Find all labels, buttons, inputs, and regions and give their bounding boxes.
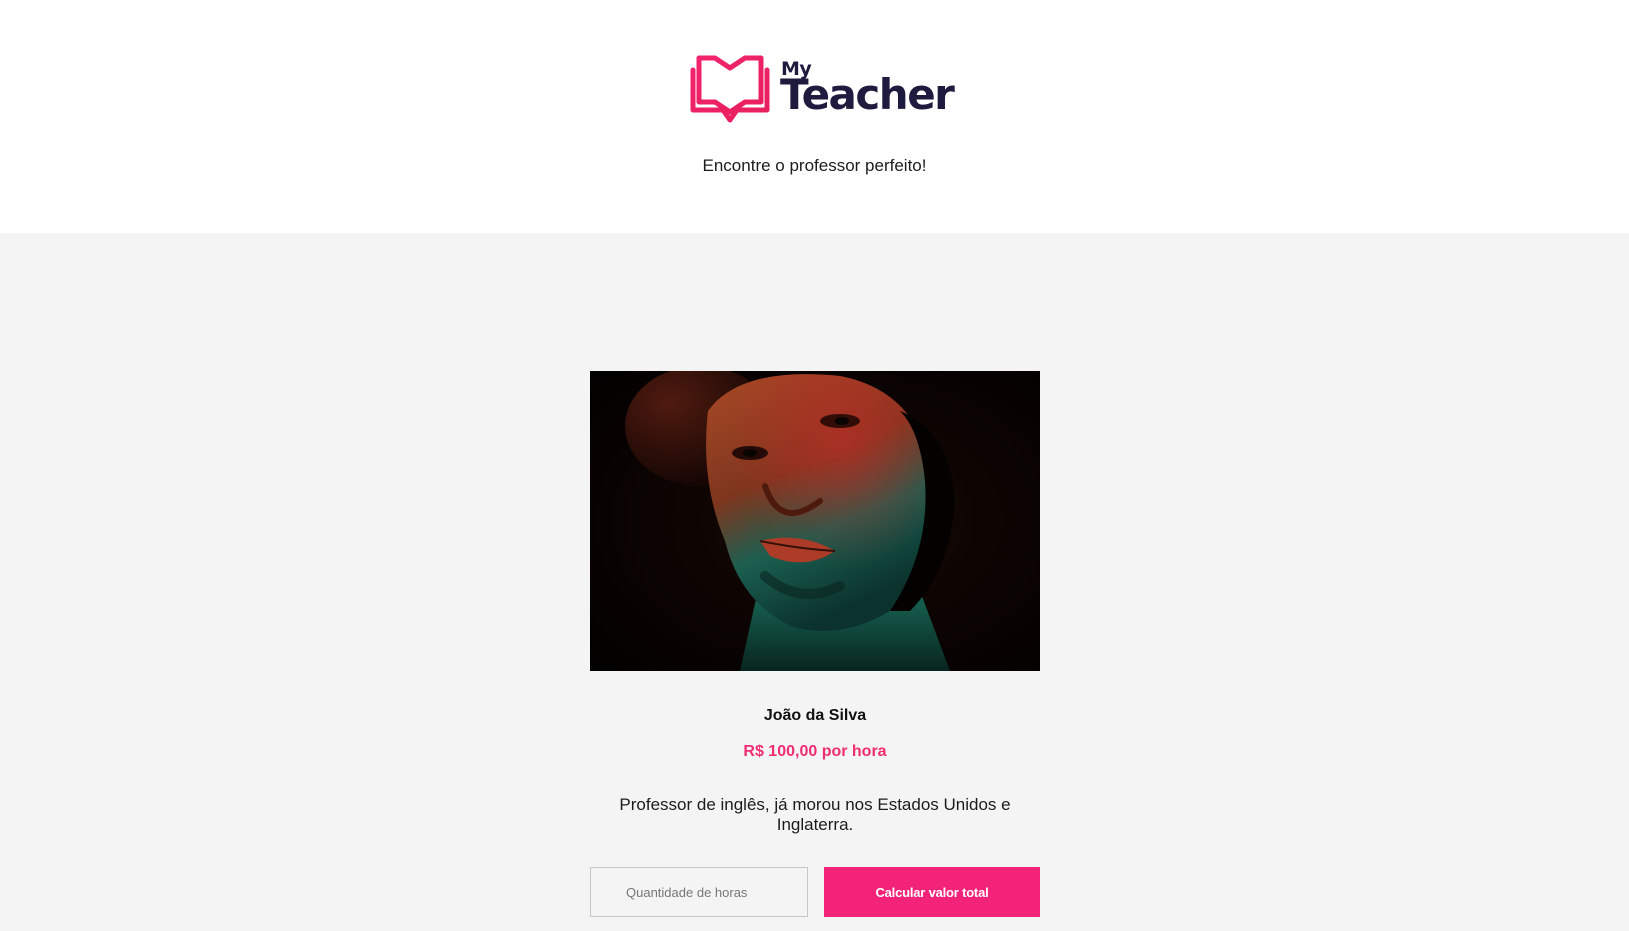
teacher-name: João da Silva bbox=[763, 707, 867, 724]
teacher-card: João da Silva R$ 100,00 por hora Profess… bbox=[590, 371, 1040, 917]
tagline: Encontre o professor perfeito! bbox=[702, 156, 927, 175]
logo: My Teacher bbox=[689, 52, 955, 128]
teacher-price: R$ 100,00 por hora bbox=[743, 743, 887, 760]
header: My Teacher Encontre o professor perfeito… bbox=[0, 0, 1629, 233]
calculate-total-button[interactable]: Calcular valor total bbox=[824, 867, 1040, 917]
open-book-icon bbox=[690, 55, 770, 123]
teacher-description: Professor de inglês, já morou nos Estado… bbox=[619, 795, 1011, 834]
logo-text-teacher: Teacher bbox=[780, 70, 955, 119]
hours-input[interactable] bbox=[590, 867, 808, 917]
teacher-photo bbox=[590, 371, 1040, 671]
